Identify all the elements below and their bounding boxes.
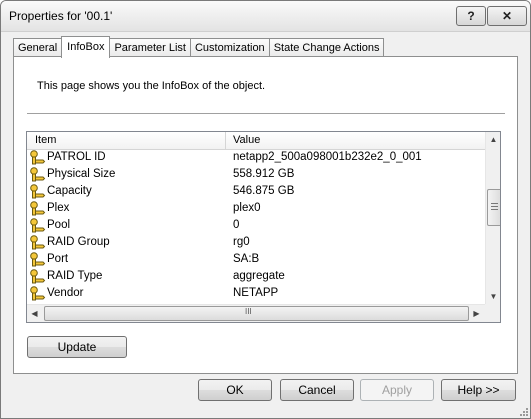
table-row[interactable]: Capacity 546.875 GB bbox=[27, 183, 485, 200]
row-value: plex0 bbox=[233, 202, 261, 214]
property-icon bbox=[29, 285, 46, 302]
table-row[interactable]: RAID Group rg0 bbox=[27, 234, 485, 251]
properties-dialog: Properties for '00.1' ? ✕ General InfoBo… bbox=[0, 0, 531, 419]
tab-general[interactable]: General bbox=[13, 38, 63, 57]
update-button[interactable]: Update bbox=[27, 336, 127, 358]
tab-strip: General InfoBox Parameter List Customiza… bbox=[13, 36, 385, 58]
column-header-value[interactable]: Value bbox=[226, 132, 485, 149]
row-value: aggregate bbox=[233, 270, 285, 282]
cancel-button[interactable]: Cancel bbox=[280, 379, 354, 401]
grip-line bbox=[491, 206, 498, 207]
tab-state-change-actions[interactable]: State Change Actions bbox=[268, 38, 385, 57]
row-item-label: RAID Type bbox=[47, 270, 103, 282]
row-value: 558.912 GB bbox=[233, 168, 295, 180]
grip-lines: III bbox=[245, 307, 252, 316]
horizontal-scrollbar[interactable]: ◀ III ▶ bbox=[27, 304, 485, 322]
title-help-button[interactable]: ? bbox=[456, 6, 486, 26]
row-item-label: Plex bbox=[47, 202, 70, 214]
resize-grip-icon[interactable] bbox=[518, 406, 528, 416]
table-row[interactable]: Pool 0 bbox=[27, 217, 485, 234]
row-item-label: Pool bbox=[47, 219, 71, 231]
property-icon bbox=[29, 183, 46, 200]
row-value: SA:B bbox=[233, 253, 260, 265]
tab-customization[interactable]: Customization bbox=[189, 38, 270, 57]
grip-line bbox=[491, 209, 498, 210]
scroll-down-arrow-icon[interactable]: ▼ bbox=[486, 289, 500, 304]
tab-infobox[interactable]: InfoBox bbox=[61, 36, 111, 58]
title-bar: Properties for '00.1' ? ✕ bbox=[1, 1, 530, 32]
row-item-label: Vendor bbox=[47, 287, 84, 299]
row-item-label: PATROL ID bbox=[47, 151, 106, 163]
row-item-label: Capacity bbox=[47, 185, 92, 197]
table-row[interactable]: Vendor NETAPP bbox=[27, 285, 485, 302]
row-value: NETAPP bbox=[233, 287, 279, 299]
table-row[interactable]: Port SA:B bbox=[27, 251, 485, 268]
grip-line bbox=[491, 203, 498, 204]
property-icon bbox=[29, 149, 46, 166]
panel-description: This page shows you the InfoBox of the o… bbox=[37, 80, 266, 92]
table-row[interactable]: PATROL ID netapp2_500a098001b232e2_0_001 bbox=[27, 149, 485, 166]
row-value: 546.875 GB bbox=[233, 185, 295, 197]
property-icon bbox=[29, 234, 46, 251]
property-icon bbox=[29, 268, 46, 285]
close-button[interactable]: ✕ bbox=[487, 6, 527, 26]
vertical-scroll-thumb[interactable] bbox=[487, 189, 500, 226]
apply-button: Apply bbox=[360, 379, 434, 401]
scrollbar-corner bbox=[485, 304, 500, 322]
row-item-label: RAID Group bbox=[47, 236, 110, 248]
grid-rows: PATROL ID netapp2_500a098001b232e2_0_001 P… bbox=[27, 149, 485, 302]
infobox-grid: Item Value PATROL ID netapp2_500a098001b2… bbox=[26, 131, 501, 323]
help-button[interactable]: Help >> bbox=[441, 379, 516, 401]
property-icon bbox=[29, 251, 46, 268]
property-icon bbox=[29, 217, 46, 234]
separator bbox=[27, 113, 505, 115]
close-icon: ✕ bbox=[501, 9, 513, 23]
scroll-left-arrow-icon[interactable]: ◀ bbox=[27, 306, 42, 321]
ok-button[interactable]: OK bbox=[198, 379, 272, 401]
tab-parameter-list[interactable]: Parameter List bbox=[109, 38, 191, 57]
horizontal-scroll-thumb[interactable]: III bbox=[44, 306, 469, 321]
property-icon bbox=[29, 200, 46, 217]
table-row[interactable]: Plex plex0 bbox=[27, 200, 485, 217]
grid-header: Item Value bbox=[27, 132, 485, 150]
row-value: rg0 bbox=[233, 236, 250, 248]
infobox-panel: This page shows you the InfoBox of the o… bbox=[13, 56, 518, 374]
vertical-scrollbar[interactable]: ▲ ▼ bbox=[485, 132, 500, 304]
table-row[interactable]: Physical Size 558.912 GB bbox=[27, 166, 485, 183]
window-title: Properties for '00.1' bbox=[9, 9, 113, 23]
scroll-right-arrow-icon[interactable]: ▶ bbox=[469, 306, 484, 321]
scroll-up-arrow-icon[interactable]: ▲ bbox=[486, 132, 500, 147]
row-item-label: Physical Size bbox=[47, 168, 116, 180]
table-row[interactable]: RAID Type aggregate bbox=[27, 268, 485, 285]
row-value: 0 bbox=[233, 219, 240, 231]
column-header-item[interactable]: Item bbox=[27, 132, 226, 149]
row-value: netapp2_500a098001b232e2_0_001 bbox=[233, 151, 422, 163]
property-icon bbox=[29, 166, 46, 183]
row-item-label: Port bbox=[47, 253, 69, 265]
